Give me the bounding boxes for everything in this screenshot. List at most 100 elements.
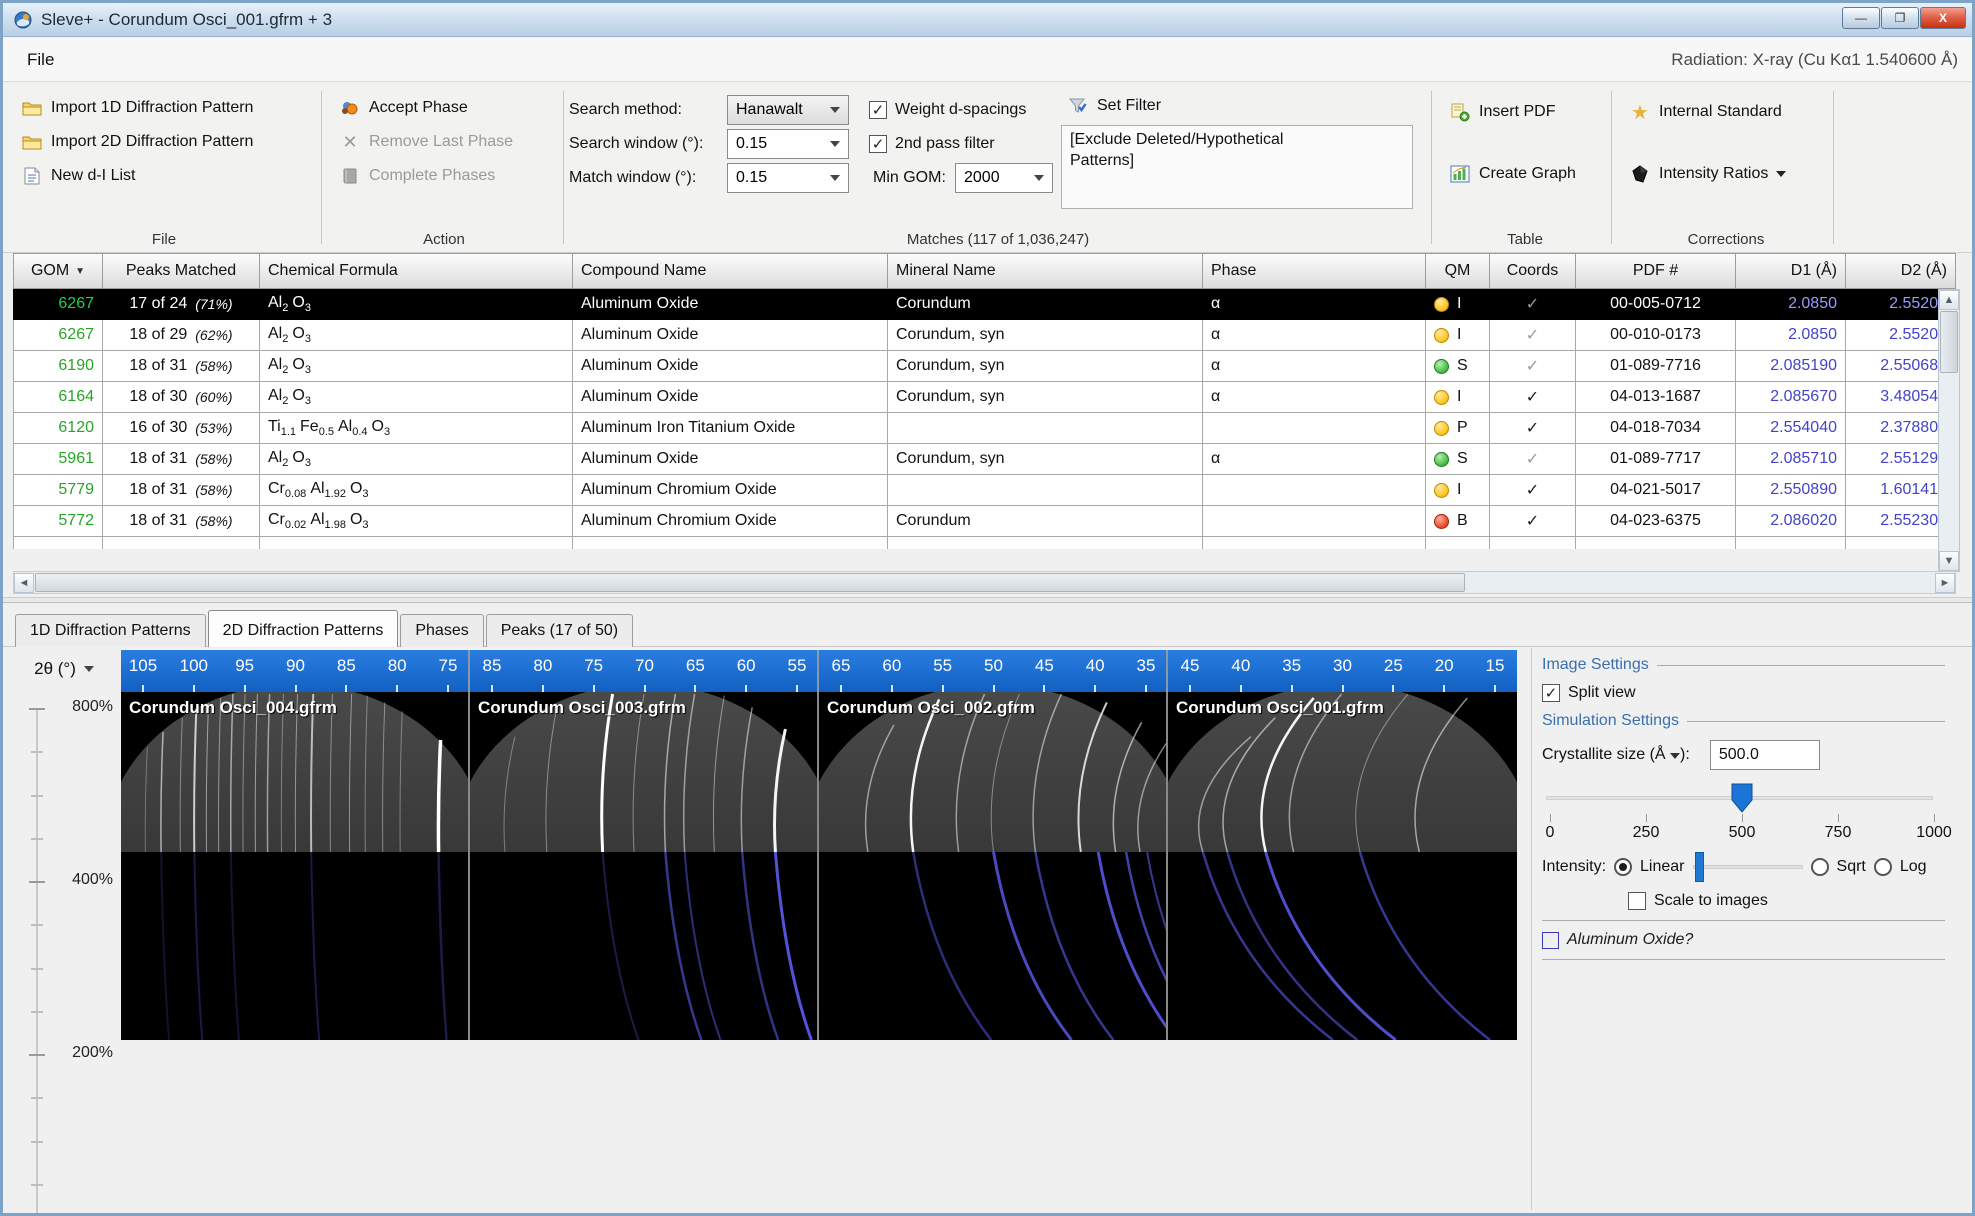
cell-d1: 2.554040 xyxy=(1736,413,1846,444)
search-window-input[interactable]: 0.15 xyxy=(727,129,849,159)
table-row[interactable]: 577918 of 31(58%)Cr0.08Al1.92O3Aluminum … xyxy=(13,475,1956,506)
min-gom-input[interactable]: 2000 xyxy=(955,163,1053,193)
import-2d-button[interactable]: Import 2D Diffraction Pattern xyxy=(15,127,259,157)
diffraction-image[interactable]: Corundum Osci_001.gfrm xyxy=(1168,692,1517,1040)
table-row-partial[interactable] xyxy=(13,537,1956,549)
scroll-right-icon[interactable]: ► xyxy=(1935,573,1955,593)
crystallite-slider[interactable]: 02505007501000 xyxy=(1542,780,1945,846)
table-row[interactable]: 619018 of 31(58%)Al2O3Aluminum OxideCoru… xyxy=(13,351,1956,382)
phase-legend-item[interactable]: Aluminum Oxide? xyxy=(1542,931,1945,949)
crystallite-size-label: Crystallite size (Å ): xyxy=(1542,746,1690,764)
table-row[interactable]: 612016 of 30(53%)Ti1.1Fe0.5Al0.4O3Alumin… xyxy=(13,413,1956,444)
internal-standard-button[interactable]: ★ Internal Standard xyxy=(1623,97,1788,127)
tab-2d-diffraction-patterns[interactable]: 2D Diffraction Patterns xyxy=(208,610,399,647)
diffraction-image[interactable]: Corundum Osci_003.gfrm xyxy=(470,692,819,1040)
check-icon: ✓ xyxy=(1526,356,1539,376)
document-icon xyxy=(21,166,43,186)
cell-peaks: 18 of 29(62%) xyxy=(103,320,260,351)
minimize-button[interactable]: — xyxy=(1842,7,1880,29)
phase-legend-label: Aluminum Oxide? xyxy=(1567,931,1693,949)
menu-bar: File Radiation: X-ray (Cu Kα1 1.540600 Å… xyxy=(3,38,1972,82)
horizontal-scrollbar[interactable]: ◄ ► xyxy=(13,571,1956,594)
second-pass-filter-checkbox[interactable]: ✓ 2nd pass filter xyxy=(869,131,995,157)
chevron-down-icon xyxy=(830,107,840,113)
accept-phase-button[interactable]: Accept Phase xyxy=(333,93,474,123)
tab-1d-diffraction-patterns[interactable]: 1D Diffraction Patterns xyxy=(15,614,206,647)
theta-axis-button[interactable]: 2θ (°) xyxy=(13,652,115,686)
scroll-left-icon[interactable]: ◄ xyxy=(14,573,34,593)
diffraction-image[interactable]: Corundum Osci_004.gfrm xyxy=(121,692,470,1040)
set-filter-button[interactable]: Set Filter xyxy=(1061,91,1167,121)
cell-phase: α xyxy=(1203,444,1426,475)
column-header-compound[interactable]: Compound Name xyxy=(573,253,888,289)
crystallite-size-input[interactable]: 500.0 xyxy=(1710,740,1820,770)
horizontal-scroll-thumb[interactable] xyxy=(35,573,1465,592)
radio-linear[interactable] xyxy=(1614,858,1632,876)
cell-mineral: Corundum xyxy=(888,289,1203,320)
scroll-down-icon[interactable]: ▼ xyxy=(1939,551,1959,571)
diffraction-image-strip: Corundum Osci_004.gfrm Corundum Osci_003.… xyxy=(121,692,1523,1040)
column-header-coords[interactable]: Coords xyxy=(1490,253,1576,289)
new-di-list-button[interactable]: New d-I List xyxy=(15,161,141,191)
diamond-icon xyxy=(1629,164,1651,184)
column-header-d1[interactable]: D1 (Å) xyxy=(1736,253,1846,289)
cell-qm: I xyxy=(1426,289,1490,320)
maximize-button[interactable]: ❐ xyxy=(1881,7,1919,29)
column-header-peaks[interactable]: Peaks Matched xyxy=(103,253,260,289)
split-view-checkbox[interactable]: ✓ Split view xyxy=(1542,684,1945,702)
match-window-input[interactable]: 0.15 xyxy=(727,163,849,193)
intensity-mini-thumb[interactable] xyxy=(1695,852,1704,882)
column-header-phase[interactable]: Phase xyxy=(1203,253,1426,289)
column-header-d2[interactable]: D2 (Å) xyxy=(1846,253,1956,289)
column-header-qm[interactable]: QM xyxy=(1426,253,1490,289)
cell-formula: Cr0.08Al1.92O3 xyxy=(260,475,573,506)
column-header-gom[interactable]: GOM▼ xyxy=(13,253,103,289)
radio-sqrt[interactable] xyxy=(1811,858,1829,876)
qm-dot-icon xyxy=(1434,452,1449,467)
cell-coords: ✓ xyxy=(1490,413,1576,444)
cell-qm: S xyxy=(1426,351,1490,382)
diffraction-image[interactable]: Corundum Osci_002.gfrm xyxy=(819,692,1168,1040)
table-row[interactable]: 577218 of 31(58%)Cr0.02Al1.98O3Aluminum … xyxy=(13,506,1956,537)
complete-phases-button[interactable]: Complete Phases xyxy=(333,161,501,191)
tab-phases[interactable]: Phases xyxy=(400,614,483,647)
slider-tick-label: 750 xyxy=(1825,824,1852,842)
scale-to-images-checkbox[interactable]: Scale to images xyxy=(1542,892,1945,910)
create-graph-button[interactable]: Create Graph xyxy=(1443,159,1582,189)
cell-qm: I xyxy=(1426,475,1490,506)
action-group: Accept Phase ✕ Remove Last Phase Complet… xyxy=(329,83,559,252)
import-1d-button[interactable]: Import 1D Diffraction Pattern xyxy=(15,93,259,123)
scroll-up-icon[interactable]: ▲ xyxy=(1939,290,1959,310)
table-row[interactable]: 626718 of 29(62%)Al2O3Aluminum OxideCoru… xyxy=(13,320,1956,351)
slider-thumb[interactable] xyxy=(1730,782,1754,814)
intensity-mini-slider[interactable] xyxy=(1693,852,1803,882)
menu-file[interactable]: File xyxy=(19,48,62,72)
cell-phase: α xyxy=(1203,351,1426,382)
table-row[interactable]: 616418 of 30(60%)Al2O3Aluminum OxideCoru… xyxy=(13,382,1956,413)
tab-peaks-17-of-50-[interactable]: Peaks (17 of 50) xyxy=(486,614,633,647)
cell-gom: 6164 xyxy=(13,382,103,413)
radio-log[interactable] xyxy=(1874,858,1892,876)
insert-pdf-icon xyxy=(1449,102,1471,122)
folder-icon xyxy=(21,98,43,118)
cell-mineral: Corundum, syn xyxy=(888,382,1203,413)
table-row[interactable]: 596118 of 31(58%)Al2O3Aluminum OxideCoru… xyxy=(13,444,1956,475)
column-header-formula[interactable]: Chemical Formula xyxy=(260,253,573,289)
image-title: Corundum Osci_003.gfrm xyxy=(478,698,686,718)
column-header-pdf[interactable]: PDF # xyxy=(1576,253,1736,289)
qm-dot-icon xyxy=(1434,359,1449,374)
close-button[interactable]: X xyxy=(1920,7,1966,29)
cell-formula: Cr0.02Al1.98O3 xyxy=(260,506,573,537)
file-group-label: File xyxy=(11,231,317,248)
table-row[interactable]: 626717 of 24(71%)Al2O3Aluminum OxideCoru… xyxy=(13,289,1956,320)
remove-last-phase-button[interactable]: ✕ Remove Last Phase xyxy=(333,127,519,157)
cell-compound: Aluminum Chromium Oxide xyxy=(573,506,888,537)
search-method-select[interactable]: Hanawalt xyxy=(727,95,849,125)
column-header-mineral[interactable]: Mineral Name xyxy=(888,253,1203,289)
chart-icon xyxy=(1449,164,1471,184)
intensity-ratios-button[interactable]: Intensity Ratios xyxy=(1623,159,1792,189)
vertical-scroll-thumb[interactable] xyxy=(1940,311,1958,373)
weight-d-spacings-checkbox[interactable]: ✓ Weight d-spacings xyxy=(869,97,1026,123)
vertical-scrollbar[interactable]: ▲ ▼ xyxy=(1938,289,1960,572)
insert-pdf-button[interactable]: Insert PDF xyxy=(1443,97,1561,127)
